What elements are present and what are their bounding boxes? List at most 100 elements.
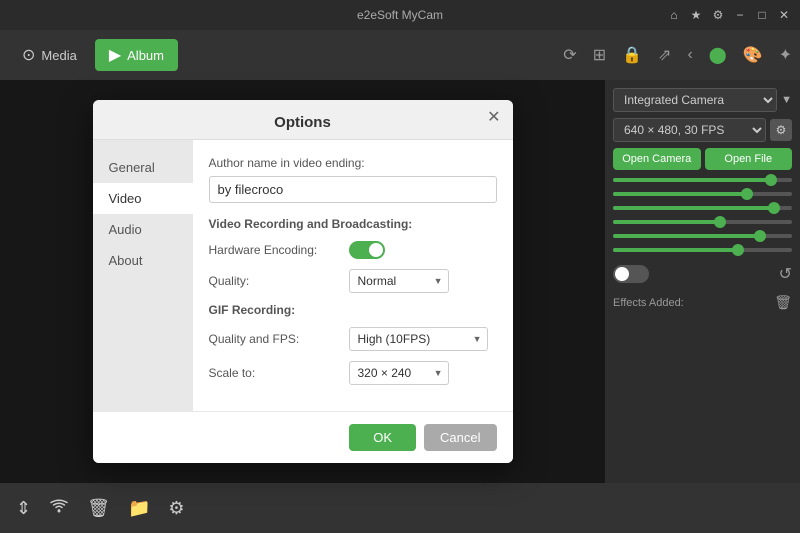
album-tab[interactable]: ▶ Album [95,39,178,71]
bookmark-icon[interactable]: ★ [688,7,704,23]
trash-icon[interactable]: 🗑 [87,498,110,519]
hw-toggle-knob [369,243,383,257]
dialog-main-content: Author name in video ending: Video Recor… [193,140,513,411]
scale-select-wrapper: 160 × 120 320 × 240 640 × 480 [349,361,449,385]
camera-icon[interactable]: ⬤ [709,45,727,65]
slider-fill-6 [613,248,738,252]
options-dialog: Options ✕ General Video Audio [93,100,513,463]
open-camera-button[interactable]: Open Camera [613,148,701,170]
dropdown-arrow-icon: ▼ [781,94,792,106]
title-bar: e2eSoft MyCam ⌂ ★ ⚙ − □ ✕ [0,0,800,30]
resolution-settings-button[interactable]: ⚙ [770,119,792,141]
quality-label: Quality: [209,274,349,288]
slider-fill-1 [613,178,771,182]
slider-thumb-2 [741,188,753,200]
dialog-footer: OK Cancel [93,411,513,463]
settings-icon[interactable]: ⚙ [710,7,726,23]
minimize-button[interactable]: − [732,7,748,23]
slider-thumb-4 [714,216,726,228]
lock-icon[interactable]: 🔒 [622,45,642,65]
effects-toggle[interactable] [613,265,649,283]
home-icon[interactable]: ⌂ [666,7,682,23]
album-label: Album [127,48,164,63]
slider-track-3[interactable] [613,206,792,210]
video-section-title: Video Recording and Broadcasting: [209,217,497,231]
nav-bar: ⊙ Media ▶ Album ⟳ ⊞ 🔒 ⇗ ‹ ⬤ 🎨 ✦ [0,30,800,80]
gif-quality-select[interactable]: Low (5FPS) Normal (8FPS) High (10FPS) Ve… [349,327,488,351]
slider-track-2[interactable] [613,192,792,196]
author-name-input[interactable] [209,176,497,203]
slider-row-4 [613,218,792,226]
dialog-close-button[interactable]: ✕ [487,110,500,126]
slider-track-4[interactable] [613,220,792,224]
toolbar-icons: ⟳ ⊞ 🔒 ⇗ ‹ ⬤ 🎨 ✦ [563,45,792,65]
scale-label: Scale to: [209,366,349,380]
media-label: Media [41,48,76,63]
maximize-button[interactable]: □ [754,7,770,23]
slider-track-5[interactable] [613,234,792,238]
effects-label: Effects Added: [613,297,684,309]
slider-row-2 [613,190,792,198]
dialog-sidebar: General Video Audio About [93,140,193,411]
media-tab[interactable]: ⊙ Media [8,39,91,71]
scale-row: Scale to: 160 × 120 320 × 240 640 × 480 [209,361,497,385]
dialog-header: Options ✕ [93,100,513,140]
resolution-select[interactable]: 640 × 480, 30 FPS [613,118,766,142]
author-section-label: Author name in video ending: [209,156,497,170]
toggle-knob [615,267,629,281]
close-button[interactable]: ✕ [776,7,792,23]
quality-select[interactable]: Low Normal High Very High [349,269,449,293]
dialog-title: Options [274,114,331,131]
settings-bottom-icon[interactable]: ⚙ [168,498,184,519]
slider-thumb-3 [768,202,780,214]
slider-track-6[interactable] [613,248,792,252]
refresh-icon[interactable]: ⟳ [563,45,576,65]
slider-fill-5 [613,234,760,238]
sidebar-item-audio[interactable]: Audio [93,214,193,245]
window-controls: ⌂ ★ ⚙ − □ ✕ [666,7,792,23]
scale-select[interactable]: 160 × 120 320 × 240 640 × 480 [349,361,449,385]
album-icon: ▶ [109,45,121,65]
ok-button[interactable]: OK [349,424,416,451]
effects-icon[interactable]: 🎨 [743,45,763,65]
star-icon[interactable]: ✦ [779,45,792,65]
sidebar-item-about[interactable]: About [93,245,193,276]
open-file-button[interactable]: Open File [705,148,793,170]
back-icon[interactable]: ‹ [687,46,692,64]
cancel-button[interactable]: Cancel [424,424,496,451]
camera-select-row: Integrated Camera ▼ [613,88,792,112]
share-icon[interactable]: ⇗ [658,45,671,65]
slider-thumb-1 [765,174,777,186]
effects-row: Effects Added: 🗑 [613,294,792,311]
slider-thumb-5 [754,230,766,242]
camera-buttons-row: Open Camera Open File [613,148,792,170]
swap-icon[interactable]: ⇕ [16,498,31,519]
dialog-body: General Video Audio About Author name in… [93,140,513,411]
gif-section-title: GIF Recording: [209,303,497,317]
slider-fill-3 [613,206,774,210]
main-content: Integrated Camera ▼ 640 × 480, 30 FPS ⚙ … [0,80,800,483]
gif-quality-label: Quality and FPS: [209,332,349,346]
folder-icon[interactable]: 📁 [128,498,150,519]
slider-row-6 [613,246,792,254]
sidebar-item-video[interactable]: Video [93,183,193,214]
quality-row: Quality: Low Normal High Very High [209,269,497,293]
effects-toggle-row: ↺ [613,264,792,284]
slider-row-3 [613,204,792,212]
app-title: e2eSoft MyCam [357,8,443,22]
sidebar-item-general[interactable]: General [93,152,193,183]
gif-quality-select-wrapper: Low (5FPS) Normal (8FPS) High (10FPS) Ve… [349,327,488,351]
resolution-row: 640 × 480, 30 FPS ⚙ [613,118,792,142]
media-icon: ⊙ [22,45,35,65]
quality-select-wrapper: Low Normal High Very High [349,269,449,293]
wifi-icon[interactable] [49,498,69,519]
slider-row-5 [613,232,792,240]
gif-quality-row: Quality and FPS: Low (5FPS) Normal (8FPS… [209,327,497,351]
hw-encoding-toggle[interactable] [349,241,385,259]
grid-icon[interactable]: ⊞ [593,45,606,65]
delete-effects-button[interactable]: 🗑 [774,294,792,311]
camera-select[interactable]: Integrated Camera [613,88,777,112]
hw-encoding-label: Hardware Encoding: [209,243,349,257]
slider-track-1[interactable] [613,178,792,182]
reset-button[interactable]: ↺ [779,264,792,284]
